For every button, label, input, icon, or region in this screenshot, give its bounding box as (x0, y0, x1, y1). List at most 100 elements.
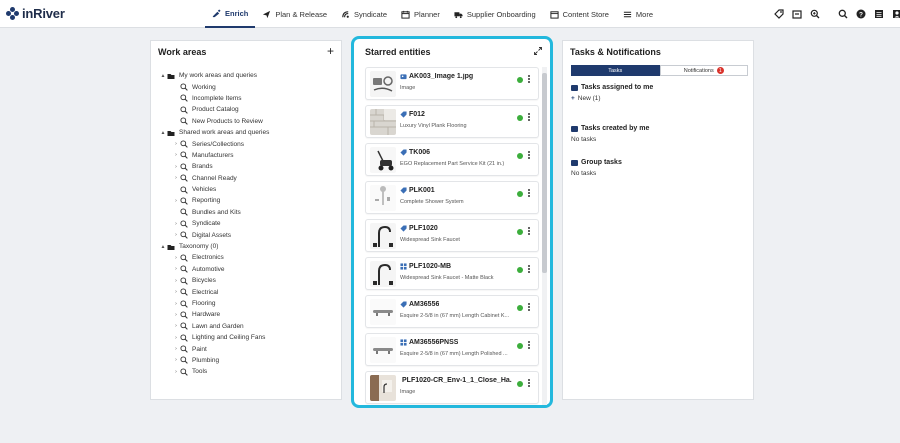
starred-entity-card[interactable]: PLF1020-CR_Env-1_1_Close_Ha... Image (365, 371, 539, 404)
tree-toggle-icon[interactable]: › (172, 255, 180, 261)
starred-entity-card[interactable]: PLF1020 Widespread Sink Faucet (365, 219, 539, 252)
tree-toggle-icon[interactable]: › (172, 323, 180, 329)
tree-item[interactable]: › Hardware (159, 309, 339, 320)
entity-thumbnail[interactable] (370, 337, 396, 363)
tree-toggle-icon[interactable]: ▲ (159, 130, 167, 136)
entity-thumbnail[interactable] (370, 299, 396, 325)
starred-scroll-thumb[interactable] (542, 73, 547, 273)
tree-item[interactable]: › Digital Assets (159, 229, 339, 240)
starred-entity-card[interactable]: AK003_Image 1.jpg Image (365, 67, 539, 100)
tab-notifications[interactable]: Notifications 1 (659, 65, 748, 76)
assigned-new-link[interactable]: + New (1) (571, 95, 653, 102)
user-icon[interactable] (892, 9, 900, 19)
tree-toggle-icon[interactable]: › (172, 175, 180, 181)
tree-toggle-icon[interactable]: › (172, 232, 180, 238)
tab-tasks[interactable]: Tasks (571, 65, 660, 76)
entity-thumbnail[interactable] (370, 109, 396, 135)
more-options-icon[interactable] (526, 188, 532, 200)
tree-group[interactable]: ▲ My work areas and queries (159, 70, 339, 81)
tree-item[interactable]: › Bicycles (159, 275, 339, 286)
nav-content-store[interactable]: Content Store (543, 0, 616, 28)
tree-item[interactable]: › Reporting (159, 195, 339, 206)
starred-entity-card[interactable]: PLF1020-MB Widespread Sink Faucet - Matte… (365, 257, 539, 290)
grid-icon[interactable] (874, 9, 884, 19)
entity-title[interactable]: F012 (400, 111, 425, 118)
entity-title[interactable]: AM36556 (400, 301, 439, 308)
tree-item[interactable]: › Tools (159, 366, 339, 377)
starred-entity-card[interactable]: TK006 EGO Replacement Part Service Kit (2… (365, 143, 539, 176)
entity-thumbnail[interactable] (370, 223, 396, 249)
tree-toggle-icon[interactable]: › (172, 312, 180, 318)
entity-title[interactable]: PLF1020 (400, 225, 438, 232)
starred-entity-card[interactable]: AM36556 Esquire 2-5/8 in (67 mm) Length C… (365, 295, 539, 328)
tree-toggle-icon[interactable]: › (172, 301, 180, 307)
starred-entity-card[interactable]: F012 Luxury Vinyl Plank Flooring (365, 105, 539, 138)
entity-thumbnail[interactable] (370, 375, 396, 401)
tree-item[interactable]: New Products to Review (159, 116, 339, 127)
nav-enrich[interactable]: Enrich (205, 0, 256, 28)
starred-entity-card[interactable]: AM36556PNSS Esquire 2-5/8 in (67 mm) Leng… (365, 333, 539, 366)
tree-toggle-icon[interactable]: ▲ (159, 73, 167, 79)
more-options-icon[interactable] (526, 74, 532, 86)
tree-toggle-icon[interactable]: › (172, 164, 180, 170)
tree-item[interactable]: › Flooring (159, 298, 339, 309)
app-logo[interactable]: inRiver (6, 6, 65, 21)
expand-icon[interactable] (534, 47, 542, 55)
tree-item[interactable]: › Series/Collections (159, 138, 339, 149)
more-options-icon[interactable] (526, 112, 532, 124)
entity-thumbnail[interactable] (370, 185, 396, 211)
tree-item[interactable]: › Paint (159, 343, 339, 354)
more-options-icon[interactable] (526, 340, 532, 352)
tree-item[interactable]: Incomplete Items (159, 93, 339, 104)
tree-item[interactable]: › Brands (159, 161, 339, 172)
entity-title[interactable]: AM36556PNSS (400, 339, 458, 346)
tree-toggle-icon[interactable]: › (172, 289, 180, 295)
add-work-area-button[interactable]: + (327, 45, 334, 57)
tree-toggle-icon[interactable]: ▲ (159, 244, 167, 250)
nav-planner[interactable]: Planner (394, 0, 447, 28)
entity-thumbnail[interactable] (370, 261, 396, 287)
entity-thumbnail[interactable] (370, 147, 396, 173)
nav-syndicate[interactable]: Syndicate (334, 0, 394, 28)
tree-item[interactable]: Vehicles (159, 184, 339, 195)
tree-toggle-icon[interactable]: › (172, 335, 180, 341)
tree-item[interactable]: › Syndicate (159, 218, 339, 229)
tree-toggle-icon[interactable]: › (172, 369, 180, 375)
tree-toggle-icon[interactable]: › (172, 141, 180, 147)
tree-item[interactable]: › Lighting and Ceiling Fans (159, 332, 339, 343)
starred-scrollbar[interactable] (542, 67, 547, 405)
tag-icon[interactable] (774, 9, 784, 19)
tree-item[interactable]: Bundles and Kits (159, 207, 339, 218)
more-options-icon[interactable] (526, 226, 532, 238)
tree-item[interactable]: › Electronics (159, 252, 339, 263)
tree-item[interactable]: Working (159, 81, 339, 92)
starred-entity-card[interactable]: PLK001 Complete Shower System (365, 181, 539, 214)
entity-title[interactable]: PLF1020-CR_Env-1_1_Close_Ha... (400, 377, 512, 384)
more-options-icon[interactable] (526, 150, 532, 162)
tree-item[interactable]: › Plumbing (159, 355, 339, 366)
search-icon[interactable] (838, 9, 848, 19)
more-options-icon[interactable] (526, 264, 532, 276)
tree-toggle-icon[interactable]: › (172, 346, 180, 352)
tree-toggle-icon[interactable]: › (172, 152, 180, 158)
tree-toggle-icon[interactable]: › (172, 221, 180, 227)
help-icon[interactable]: ? (856, 9, 866, 19)
tree-item[interactable]: › Electrical (159, 286, 339, 297)
entity-title[interactable]: TK006 (400, 149, 430, 156)
tree-item[interactable]: › Automotive (159, 264, 339, 275)
tree-item[interactable]: › Channel Ready (159, 173, 339, 184)
entity-title[interactable]: PLK001 (400, 187, 435, 194)
tree-toggle-icon[interactable]: › (172, 278, 180, 284)
entity-title[interactable]: AK003_Image 1.jpg (400, 73, 473, 80)
nav-more[interactable]: More (616, 0, 660, 28)
zoom-icon[interactable] (810, 9, 820, 19)
entity-title[interactable]: PLF1020-MB (400, 263, 451, 270)
more-options-icon[interactable] (526, 378, 532, 390)
more-options-icon[interactable] (526, 302, 532, 314)
nav-supplier-onboarding[interactable]: Supplier Onboarding (447, 0, 543, 28)
tree-toggle-icon[interactable]: › (172, 357, 180, 363)
tree-item[interactable]: Product Catalog (159, 104, 339, 115)
tree-group[interactable]: ▲ Taxonomy (0) (159, 241, 339, 252)
tree-item[interactable]: › Lawn and Garden (159, 321, 339, 332)
tree-toggle-icon[interactable]: › (172, 198, 180, 204)
